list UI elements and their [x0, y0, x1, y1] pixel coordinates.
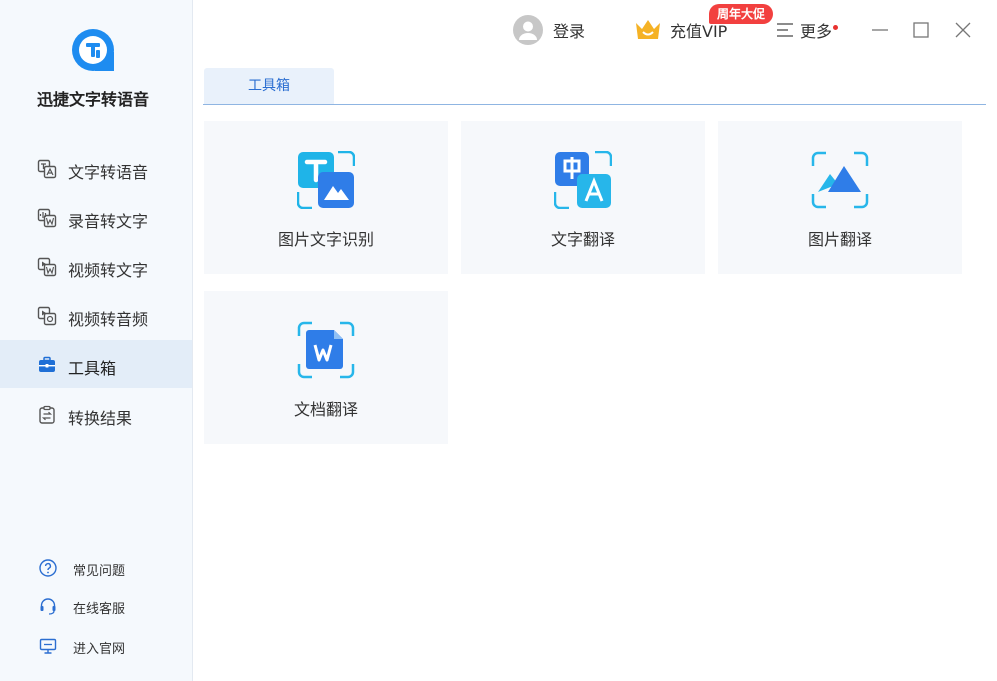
- video-to-audio-icon: [37, 306, 57, 326]
- tool-card-text-translate[interactable]: 文字翻译: [461, 121, 705, 274]
- toolbox-icon: [39, 356, 55, 372]
- sidebar: 迅捷文字转语音 文字转语音 录音转文字 视频转文字 视频转音频 工具箱 转换结果…: [0, 0, 193, 681]
- sidebar-item-video-to-audio[interactable]: 视频转音频: [0, 291, 192, 339]
- headset-icon: [40, 598, 56, 615]
- sidebar-item-toolbox[interactable]: 工具箱: [0, 340, 192, 388]
- help-item-support[interactable]: 在线客服: [0, 592, 192, 620]
- tab-bar: 工具箱: [203, 68, 986, 105]
- help-item-label: 常见问题: [73, 564, 126, 579]
- text-translate-icon: [554, 151, 612, 209]
- help-item-label: 在线客服: [73, 602, 126, 617]
- sidebar-item-results[interactable]: 转换结果: [0, 390, 192, 438]
- login-label: 登录: [553, 22, 586, 41]
- crown-icon: [636, 20, 660, 39]
- sidebar-item-label: 文字转语音: [68, 163, 149, 182]
- help-item-label: 进入官网: [73, 642, 126, 657]
- app-name: 迅捷文字转语音: [36, 90, 149, 109]
- menu-icon: [777, 23, 793, 37]
- avatar-icon: [513, 15, 543, 45]
- document-translate-icon: [297, 321, 355, 379]
- maximize-icon[interactable]: [909, 18, 933, 42]
- sidebar-item-label: 工具箱: [68, 359, 117, 378]
- tool-card-image-translate[interactable]: 图片翻译: [718, 121, 962, 274]
- close-icon[interactable]: [951, 18, 975, 42]
- more-label: 更多: [800, 22, 833, 41]
- audio-to-text-icon: [37, 208, 57, 228]
- tool-card-label: 文字翻译: [550, 230, 615, 249]
- sidebar-item-label: 视频转文字: [68, 261, 149, 280]
- minimize-icon[interactable]: [868, 18, 892, 42]
- help-item-faq[interactable]: 常见问题: [0, 554, 192, 582]
- login-button[interactable]: 登录: [513, 14, 585, 46]
- help-item-website[interactable]: 进入官网: [0, 632, 192, 660]
- sidebar-item-label: 转换结果: [68, 409, 133, 428]
- promo-badge: 周年大促: [709, 4, 774, 24]
- tab-toolbox[interactable]: 工具箱: [204, 68, 334, 104]
- app-logo-icon: [72, 29, 114, 71]
- tool-card-document-translate[interactable]: 文档翻译: [204, 291, 448, 444]
- question-icon: [39, 559, 57, 577]
- monitor-icon: [39, 638, 57, 654]
- sidebar-item-video-to-text[interactable]: 视频转文字: [0, 242, 192, 290]
- sidebar-item-text-to-speech[interactable]: 文字转语音: [0, 144, 192, 192]
- video-to-text-icon: [37, 257, 57, 277]
- tool-card-label: 图片翻译: [807, 230, 872, 249]
- text-to-speech-icon: [37, 159, 57, 179]
- image-translate-icon: [811, 151, 869, 209]
- sidebar-item-label: 录音转文字: [68, 212, 149, 231]
- tool-card-label: 图片文字识别: [277, 230, 374, 249]
- tool-card-image-ocr[interactable]: 图片文字识别: [204, 121, 448, 274]
- tool-card-label: 文档翻译: [293, 400, 358, 419]
- sidebar-item-label: 视频转音频: [68, 310, 149, 329]
- sidebar-item-audio-to-text[interactable]: 录音转文字: [0, 193, 192, 241]
- more-button[interactable]: 更多: [776, 14, 838, 46]
- image-ocr-icon: [297, 151, 355, 209]
- notification-dot: [833, 25, 838, 30]
- results-icon: [39, 405, 55, 424]
